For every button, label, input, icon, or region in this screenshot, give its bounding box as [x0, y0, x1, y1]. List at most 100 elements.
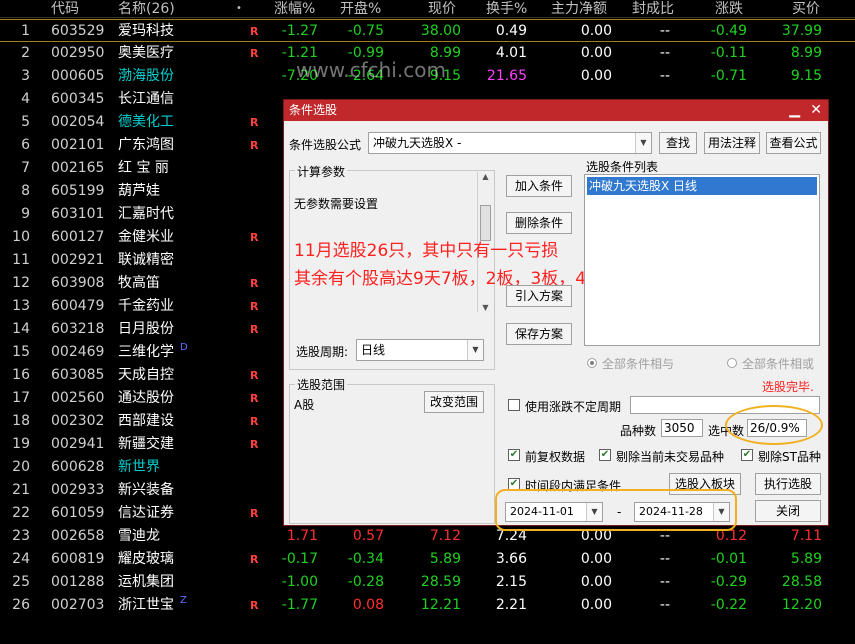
cell-code: 600479: [51, 298, 105, 314]
dialog-titlebar[interactable]: 条件选股 ▁ ✕: [284, 100, 828, 121]
range-value: A股: [294, 398, 315, 412]
condition-list-label: 选股条件列表: [586, 160, 659, 174]
cell-idx: 25: [12, 574, 30, 590]
cell-price: 7.12: [429, 528, 461, 544]
formula-select[interactable]: 冲破九天选股X - ▼: [368, 132, 652, 154]
cell-idx: 5: [21, 114, 30, 130]
header-seal-ratio[interactable]: 封成比: [632, 0, 674, 18]
header-price[interactable]: 现价: [428, 0, 456, 18]
cell-turn: 2.15: [495, 574, 527, 590]
cell-turn: 2.21: [495, 597, 527, 613]
cell-r: R: [250, 438, 259, 451]
cell-name: 爱玛科技: [118, 23, 174, 39]
cell-idx: 9: [21, 206, 30, 222]
cell-seal: --: [659, 551, 670, 567]
cell-idx: 19: [12, 436, 30, 452]
add-condition-button[interactable]: 加入条件: [506, 175, 572, 197]
close-icon[interactable]: ✕: [810, 100, 822, 121]
header-open-pct[interactable]: 开盘%: [340, 0, 381, 18]
cell-name: 渤海股份: [118, 68, 174, 84]
delete-condition-button[interactable]: 删除条件: [506, 212, 572, 234]
cell-code: 002941: [51, 436, 105, 452]
cell-net: 0.00: [580, 68, 612, 84]
cell-price: 38.00: [420, 23, 461, 39]
header-change-pct[interactable]: 涨幅%: [274, 0, 315, 18]
cell-r: R: [250, 139, 259, 152]
radio-or[interactable]: [727, 358, 737, 368]
condition-list[interactable]: 冲破九天选股X 日线: [584, 174, 820, 346]
cell-idx: 15: [12, 344, 30, 360]
condition-list-item[interactable]: 冲破九天选股X 日线: [587, 177, 817, 195]
chevron-down-icon[interactable]: ▼: [467, 340, 483, 360]
cell-r: R: [250, 323, 259, 336]
execute-button[interactable]: 执行选股: [755, 473, 821, 495]
radio-and[interactable]: [587, 358, 597, 368]
header-bid[interactable]: 买价: [792, 0, 820, 18]
no-params-text: 无参数需要设置: [294, 197, 379, 211]
cell-r: [250, 341, 262, 364]
cell-name: 浙江世宝: [118, 597, 174, 613]
cell-diff: -0.29: [710, 574, 747, 590]
import-scheme-button[interactable]: 引入方案: [506, 285, 572, 307]
save-scheme-button[interactable]: 保存方案: [506, 323, 572, 345]
cell-bid: 7.11: [790, 528, 822, 544]
cell-idx: 16: [12, 367, 30, 383]
header-main-net[interactable]: 主力净额: [551, 0, 607, 18]
table-row[interactable]: 26 002703 浙江世宝 Z R -1.77 0.08 12.21 2.21 0.00 -- -0…: [0, 594, 855, 617]
cell-r: R: [250, 47, 259, 60]
cell-r: R: [250, 392, 259, 405]
header-name[interactable]: 名称(26): [118, 0, 175, 18]
cell-name: 日月股份: [118, 321, 174, 337]
cell-code: 002921: [51, 252, 105, 268]
cell-code: 002302: [51, 413, 105, 429]
cell-code: 601059: [51, 505, 105, 521]
cell-seal: --: [659, 597, 670, 613]
exclude-st-checkbox[interactable]: ✔: [741, 449, 753, 461]
adjust-label: 前复权数据: [525, 450, 586, 464]
cell-bid: 37.99: [781, 23, 822, 39]
help-icon[interactable]: ▁: [789, 100, 800, 121]
cell-name: 新世界: [118, 459, 160, 475]
cell-code: 002101: [51, 137, 105, 153]
cell-chg: -0.17: [281, 551, 318, 567]
adjust-checkbox[interactable]: ✔: [508, 449, 520, 461]
cell-name: 运机集团: [118, 574, 174, 590]
view-formula-button[interactable]: 查看公式: [766, 132, 821, 154]
cell-r: [250, 249, 262, 272]
cell-name: 奥美医疗: [118, 45, 174, 61]
chevron-down-icon[interactable]: ▼: [635, 133, 651, 153]
cell-code: 002933: [51, 482, 105, 498]
change-range-button[interactable]: 改变范围: [424, 391, 484, 413]
formula-value: 冲破九天选股X -: [373, 136, 462, 150]
cell-idx: 20: [12, 459, 30, 475]
table-row[interactable]: 25 001288 运机集团 -1.00 -0.28 28.59 2.15 0.00 -- -0.…: [0, 571, 855, 594]
find-button[interactable]: 查找: [659, 132, 697, 154]
cell-turn: 0.49: [495, 23, 527, 39]
header-turnover[interactable]: 换手%: [486, 0, 527, 18]
exclude-untraded-checkbox[interactable]: ✔: [599, 449, 611, 461]
annotation-line-1: 11月选股26只，其中只有一只亏损: [294, 241, 559, 261]
table-row[interactable]: 24 600819 耀皮玻璃 R -0.17 -0.34 5.89 3.66 0.00 -- -0.…: [0, 548, 855, 571]
period-select[interactable]: 日线 ▼: [356, 339, 484, 361]
cell-code: 001288: [51, 574, 105, 590]
cell-diff: -0.71: [710, 68, 747, 84]
scroll-up-icon[interactable]: ▲: [478, 172, 493, 181]
header-change[interactable]: 涨跌: [715, 0, 743, 18]
cell-idx: 26: [12, 597, 30, 613]
cell-code: 603529: [51, 23, 105, 39]
cell-r: [250, 65, 262, 88]
exclude-untraded-label: 剔除当前未交易品种: [616, 450, 725, 464]
cell-name: 雪迪龙: [118, 528, 160, 544]
table-row[interactable]: 1 603529 爱玛科技 R -1.27 -0.75 38.00 0.49 0.00 -- -0.…: [0, 19, 855, 42]
cell-open: -0.75: [347, 23, 384, 39]
range-label: 选股范围: [295, 376, 348, 393]
scroll-down-icon[interactable]: ▼: [478, 303, 493, 312]
cell-r: R: [250, 599, 259, 612]
cell-net: 0.00: [580, 574, 612, 590]
cell-idx: 13: [12, 298, 30, 314]
usage-button[interactable]: 用法注释: [704, 132, 760, 154]
cell-code: 002703: [51, 597, 105, 613]
close-button[interactable]: 关闭: [755, 500, 821, 522]
use-period-checkbox[interactable]: [508, 399, 520, 411]
header-code[interactable]: 代码: [51, 0, 79, 18]
